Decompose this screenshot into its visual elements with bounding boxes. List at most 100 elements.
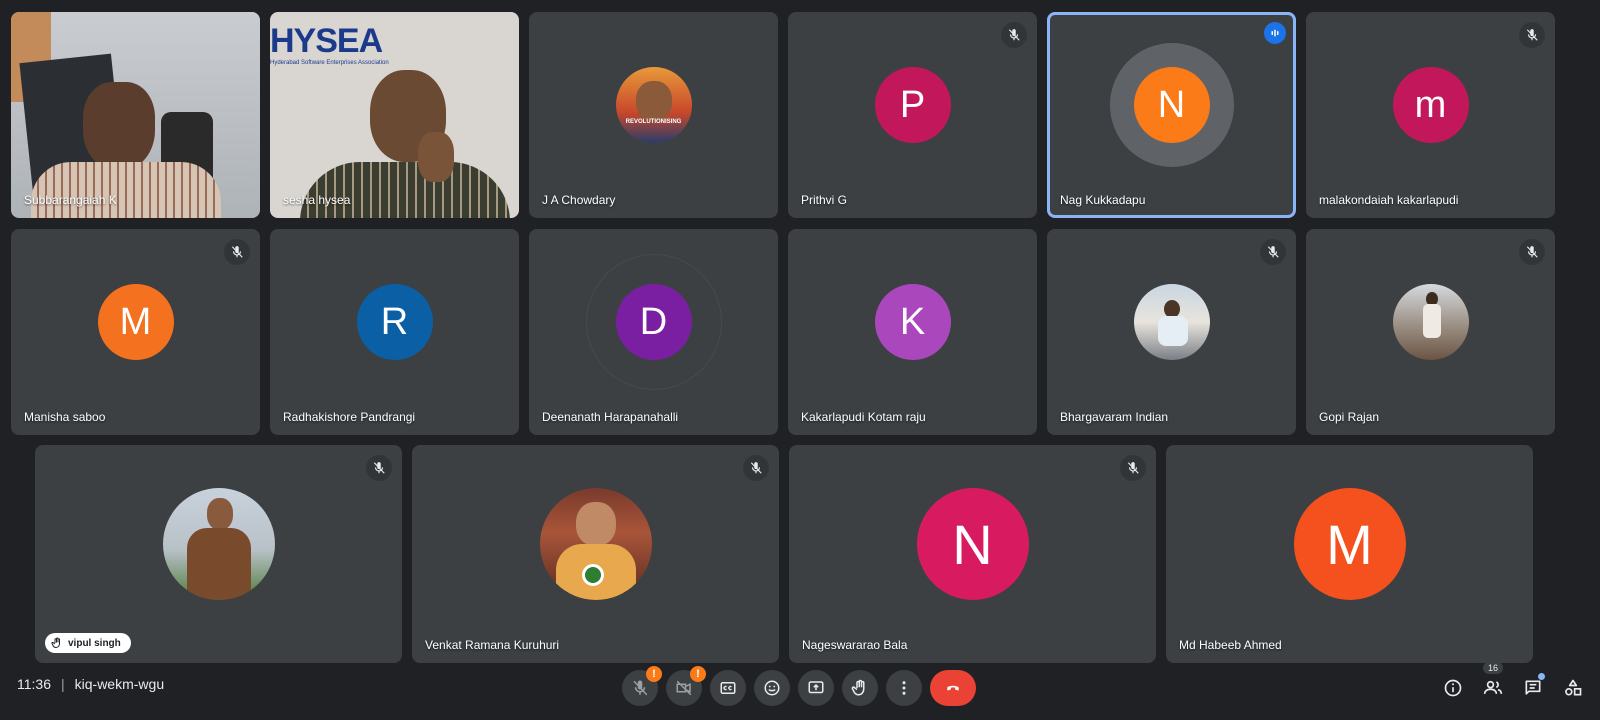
avatar-initial: m [1414,83,1447,126]
meeting-code[interactable]: kiq-wekm-wgu [75,676,164,692]
participant-tile[interactable]: M Manisha saboo [11,229,260,435]
participant-tile[interactable]: m malakondaiah kakarlapudi [1306,12,1555,218]
meeting-time: 11:36 [17,676,51,692]
chat-button[interactable] [1520,670,1546,706]
avatar-initial: D [639,300,668,343]
participant-name: Radhakishore Pandrangi [283,410,416,424]
captions-button[interactable] [710,670,746,706]
video-feed [11,12,260,218]
info-icon [1444,679,1462,697]
meeting-details-button[interactable] [1440,670,1466,706]
participant-avatar: R [356,284,433,360]
mic-off-icon [633,680,648,696]
reactions-button[interactable] [754,670,790,706]
emoji-icon [764,680,780,696]
hand-icon [51,637,60,649]
avatar-body [1157,316,1188,346]
activities-icon [1565,679,1582,696]
participant-name: Nageswararao Bala [802,638,908,652]
participant-name: Deenanath Harapanahalli [542,410,679,424]
people-icon [1483,680,1503,694]
avatar-initial: N [1157,83,1186,126]
avatar-face [635,81,672,121]
participant-tile[interactable]: D Deenanath Harapanahalli [529,229,778,435]
people-button[interactable]: 16 [1480,662,1506,706]
mic-off-icon [1519,239,1545,265]
mic-toggle-button[interactable]: ! [622,666,662,706]
participant-count-badge: 16 [1482,662,1504,674]
participant-name: malakondaiah kakarlapudi [1319,193,1459,207]
person-hand [418,132,454,182]
person-shirt [300,162,510,218]
captions-icon [720,682,736,694]
participant-tile[interactable]: Subbarangaiah K [11,12,260,218]
participant-tile[interactable]: P Prithvi G [788,12,1037,218]
participant-avatar: K [874,284,951,360]
participant-name: J A Chowdary [542,193,616,207]
participant-tile[interactable]: vipul singh [35,445,402,663]
bottom-toolbar: 11:36 | kiq-wekm-wgu ! ! 16 [0,660,1600,720]
participant-name: sesha hysea [283,193,351,207]
participant-photo-avatar [539,488,652,600]
participant-tile[interactable]: N Nageswararao Bala [789,445,1156,663]
participant-tile[interactable]: REVOLUTIONISING J A Chowdary [529,12,778,218]
participant-tile[interactable]: Bhargavaram Indian [1047,229,1296,435]
avatar-face [206,498,233,530]
participant-name: Md Habeeb Ahmed [1179,638,1282,652]
avatar-initial: N [952,512,993,576]
participant-photo-avatar [162,488,275,600]
camera-toggle-button[interactable]: ! [666,666,706,706]
more-vert-icon [902,681,906,695]
avatar-body [186,528,251,600]
participant-avatar: M [1293,488,1406,600]
participant-avatar: REVOLUTIONISING [615,67,692,143]
mic-off-icon [743,455,769,481]
participant-name: Subbarangaiah K [24,193,117,207]
mic-off-icon [366,455,392,481]
hysea-logo-text: HYSEA [270,22,383,60]
participant-avatar: M [97,284,174,360]
participant-name: Prithvi G [801,193,848,207]
more-options-button[interactable] [886,670,922,706]
participant-tile[interactable]: R Radhakishore Pandrangi [270,229,519,435]
participant-photo-avatar [1392,284,1469,360]
avatar-body [1422,304,1441,338]
participant-tile[interactable]: M Md Habeeb Ahmed [1166,445,1533,663]
participant-name: Nag Kukkadapu [1060,193,1146,207]
participant-tile-speaking[interactable]: N Nag Kukkadapu [1047,12,1296,218]
video-feed: HYSEA Hyderabad Software Enterprises Ass… [270,12,519,218]
participant-name: Gopi Rajan [1319,410,1380,424]
camera-off-icon [676,680,692,696]
participant-name: Bhargavaram Indian [1060,410,1169,424]
hand-icon [851,679,865,696]
avatar-initial: K [899,300,926,343]
raised-hand-name: vipul singh [68,637,121,649]
participant-avatar: N [1133,67,1210,143]
avatar-badge [581,564,604,586]
participant-tile[interactable]: Gopi Rajan [1306,229,1555,435]
person-shirt [31,162,221,218]
call-end-icon [947,685,959,691]
present-screen-icon [808,681,824,694]
raise-hand-button[interactable] [842,670,878,706]
participant-name: Venkat Ramana Kuruhuri [425,638,560,652]
avatar-initial: M [119,300,152,343]
present-screen-button[interactable] [798,670,834,706]
person-head [83,82,155,170]
avatar-initial: M [1326,512,1373,576]
side-panel-controls: 16 [1440,662,1586,706]
raised-hand-chip: vipul singh [45,633,131,653]
call-controls: ! ! [622,666,976,706]
participant-name: Kakarlapudi Kotam raju [801,410,926,424]
end-call-button[interactable] [930,670,976,706]
mic-off-icon [1519,22,1545,48]
participant-avatar: D [615,284,692,360]
mic-off-icon [1260,239,1286,265]
activities-button[interactable] [1560,670,1586,706]
participant-tile[interactable]: HYSEA Hyderabad Software Enterprises Ass… [270,12,519,218]
participant-tile[interactable]: K Kakarlapudi Kotam raju [788,229,1037,435]
chat-notification-dot [1538,673,1545,680]
mic-warning-badge: ! [646,666,662,682]
participant-avatar: N [916,488,1029,600]
participant-tile[interactable]: Venkat Ramana Kuruhuri [412,445,779,663]
